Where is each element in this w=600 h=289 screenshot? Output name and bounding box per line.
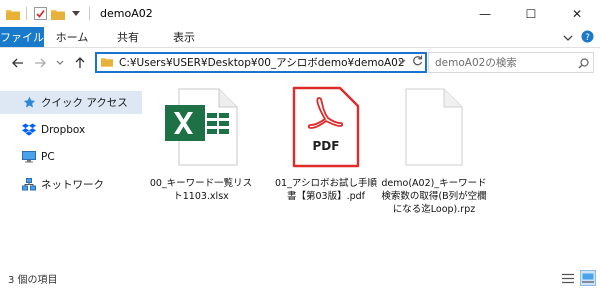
tab-view[interactable]: 表示 — [156, 27, 212, 47]
tab-share[interactable]: 共有 — [100, 27, 156, 47]
pdf-file-icon: PDF — [272, 85, 380, 169]
network-icon — [22, 178, 36, 192]
window-title: demoA02 — [100, 7, 153, 20]
pdf-label: PDF — [312, 139, 340, 153]
sidebar-item-quick-access[interactable]: クイック アクセス — [0, 91, 142, 114]
file-name: 00_キーワード一覧リスト1103.xlsx — [149, 178, 253, 202]
up-arrow-icon[interactable] — [72, 55, 88, 71]
new-folder-icon[interactable] — [51, 7, 65, 21]
tab-home[interactable]: ホーム — [44, 27, 100, 47]
sidebar-item-label: クイック アクセス — [41, 97, 128, 109]
recent-locations-icon[interactable] — [52, 55, 68, 71]
help-icon[interactable]: ? — [581, 30, 594, 46]
view-switcher — [560, 270, 596, 286]
address-path[interactable]: C:¥Users¥USER¥Desktop¥00_アシロボdemo¥demoA0… — [119, 55, 405, 70]
window-controls: — ☐ ✕ — [462, 0, 600, 27]
sidebar-item-network[interactable]: ネットワーク — [0, 173, 142, 196]
search-input[interactable]: demoA02の検索 — [428, 52, 594, 73]
toolbar-divider — [89, 7, 90, 20]
file-item[interactable]: demo(A02)_キーワード検索数の取得(B列が空欄になる迄Loop).rpz — [380, 85, 488, 216]
details-view-icon[interactable] — [560, 270, 576, 286]
sidebar-item-label: Dropbox — [41, 123, 86, 136]
item-count: 3 個の項目 — [8, 274, 58, 286]
sidebar-item-dropbox[interactable]: Dropbox — [0, 118, 142, 141]
customize-dropdown-icon[interactable] — [69, 7, 83, 21]
sidebar-item-label: PC — [41, 150, 55, 163]
file-name: demo(A02)_キーワード検索数の取得(B列が空欄になる迄Loop).rpz — [381, 178, 487, 215]
excel-file-icon — [147, 85, 255, 169]
search-icon[interactable] — [578, 58, 589, 72]
file-list: 00_キーワード一覧リスト1103.xlsx PDF 01_アシロボお試し手順書… — [142, 77, 600, 267]
tab-file[interactable]: ファイル — [0, 27, 44, 47]
title-bar: demoA02 — ☐ ✕ — [0, 0, 600, 27]
address-history-icon[interactable] — [398, 55, 406, 69]
svg-text:?: ? — [585, 33, 590, 43]
minimize-button[interactable]: — — [462, 0, 508, 27]
ribbon-tabs: ファイル ホーム 共有 表示 ? — [0, 27, 600, 48]
expand-ribbon-icon[interactable] — [563, 32, 573, 45]
maximize-button[interactable]: ☐ — [508, 0, 554, 27]
dropbox-icon — [22, 123, 36, 137]
large-icons-view-icon[interactable] — [580, 270, 596, 286]
file-item[interactable]: PDF 01_アシロボお試し手順書【第03版】.pdf — [272, 85, 380, 203]
status-bar: 3 個の項目 — [0, 267, 600, 289]
generic-file-icon — [380, 85, 488, 169]
address-controls — [398, 55, 423, 69]
sidebar-item-pc[interactable]: PC — [0, 145, 142, 168]
star-icon — [22, 96, 36, 110]
folder-icon — [101, 56, 113, 70]
back-arrow-icon[interactable] — [10, 55, 26, 71]
file-item[interactable]: 00_キーワード一覧リスト1103.xlsx — [147, 85, 255, 203]
sidebar-item-label: ネットワーク — [41, 179, 104, 191]
pc-icon — [22, 150, 36, 164]
properties-icon[interactable] — [33, 7, 47, 21]
address-bar[interactable]: C:¥Users¥USER¥Desktop¥00_アシロボdemo¥demoA0… — [95, 52, 427, 73]
toolbar-divider — [26, 7, 27, 20]
address-row: C:¥Users¥USER¥Desktop¥00_アシロボdemo¥demoA0… — [0, 48, 600, 77]
folder-icon[interactable] — [6, 7, 20, 21]
ribbon-right-controls: ? — [563, 30, 594, 46]
forward-arrow-icon[interactable] — [32, 55, 48, 71]
refresh-icon[interactable] — [412, 55, 423, 69]
close-button[interactable]: ✕ — [554, 0, 600, 27]
quick-access-toolbar — [0, 7, 92, 21]
file-name: 01_アシロボお試し手順書【第03版】.pdf — [275, 178, 377, 202]
navigation-pane: クイック アクセス Dropbox PC ネットワーク — [0, 77, 142, 267]
